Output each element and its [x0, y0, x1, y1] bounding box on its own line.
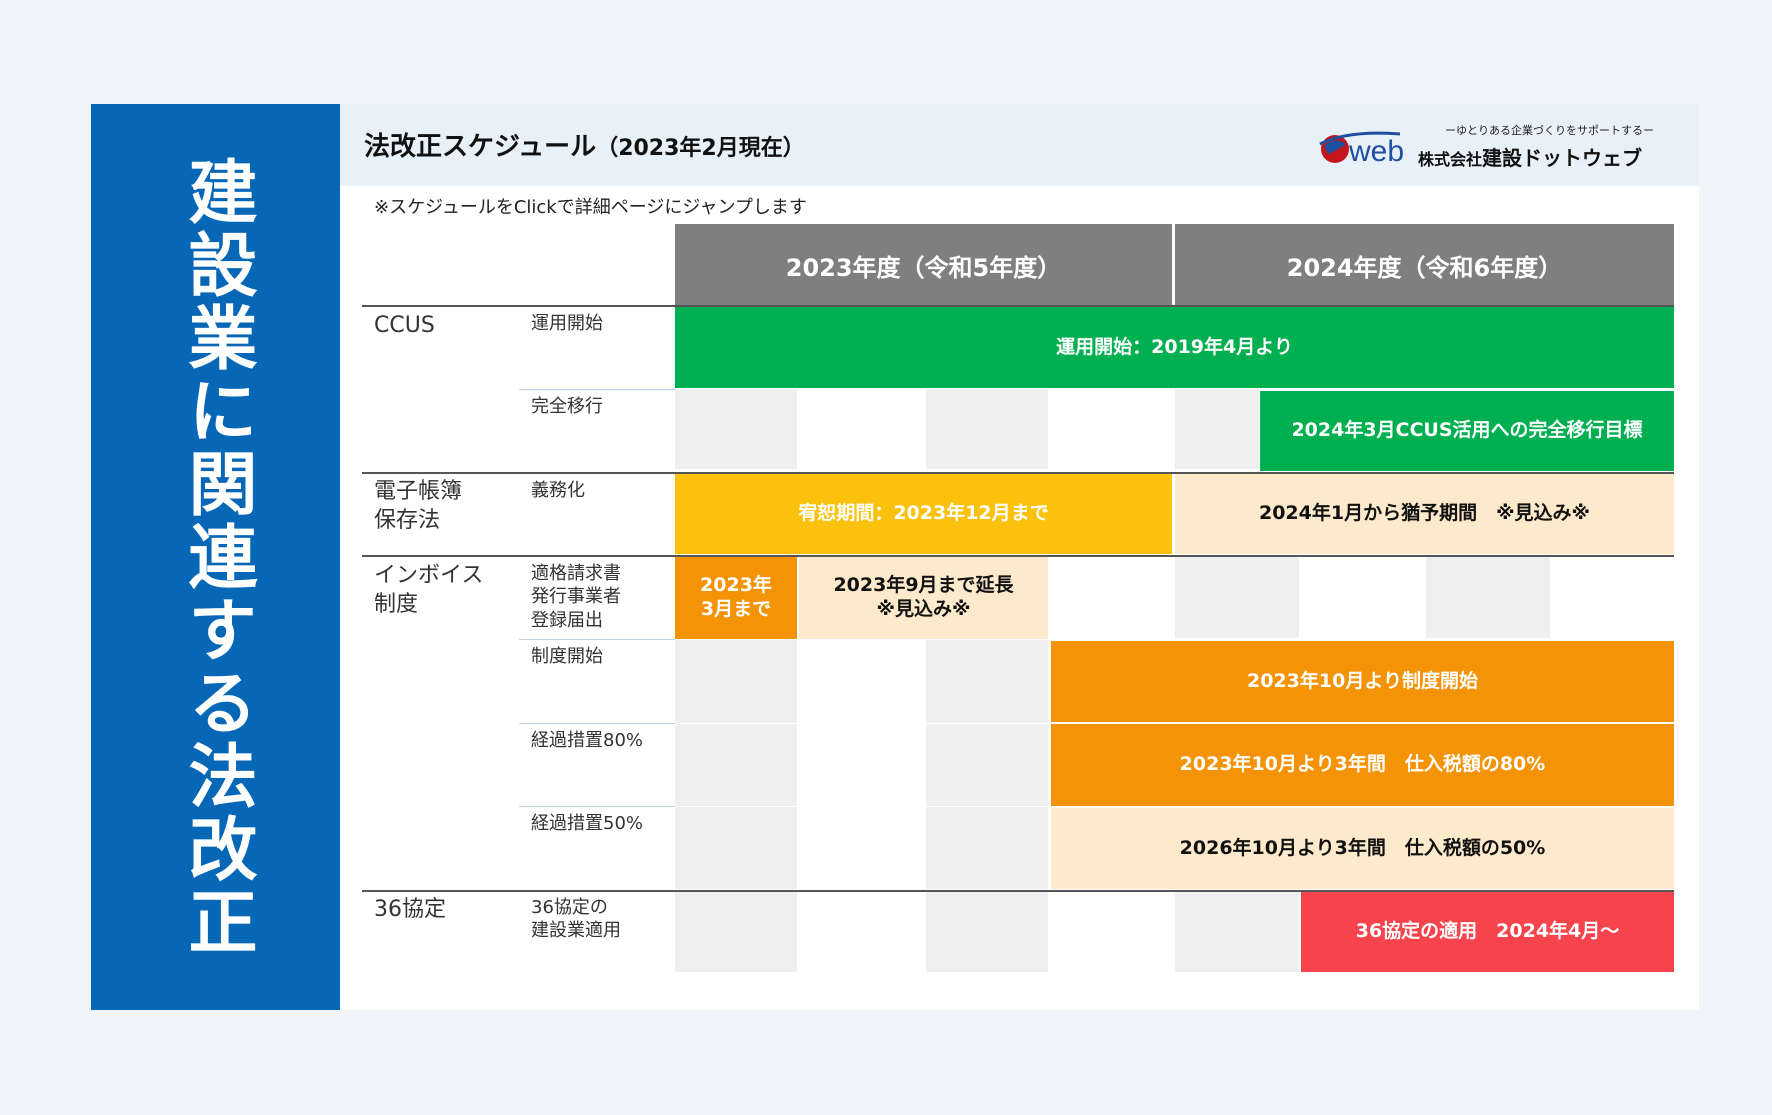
page-title: 法改正スケジュール（2023年2月現在） — [364, 126, 805, 163]
grid-cell — [675, 389, 797, 469]
grid-cell — [926, 724, 1048, 806]
bar-ccus-full[interactable]: 2024年3月CCUS活用への完全移行目標 — [1260, 391, 1674, 471]
click-note: ※スケジュールをClickで詳細ページにジャンプします — [374, 197, 807, 218]
bar-invoice-start[interactable]: 2023年10月より制度開始 — [1051, 641, 1674, 722]
logo-tagline: ーゆとりある企業づくりをサポートするー — [1445, 124, 1654, 137]
sub-label-kyotei-line1: 36協定の — [531, 897, 608, 918]
grid-cell — [926, 640, 1048, 723]
sub-label-denshi-duty: 義務化 — [531, 480, 585, 501]
category-invoice-line1: インボイス — [374, 563, 484, 588]
sub-label-invoice-50: 経過措置50% — [531, 813, 644, 834]
bar-ccus-start[interactable]: 運用開始：2019年4月より — [675, 307, 1674, 388]
grid-cell — [675, 892, 797, 972]
bar-denshi-grace[interactable]: 宥恕期間：2023年12月まで — [675, 474, 1172, 554]
grid-cell — [1175, 389, 1259, 469]
bar-reg-line2: 3月まで — [700, 598, 772, 620]
company-name: 建設ドットウェブ — [1482, 146, 1643, 170]
sub-divider — [519, 389, 675, 390]
bar-36kyotei[interactable]: 36協定の適用 2024年4月～ — [1301, 892, 1674, 972]
bar-reg-line1: 2023年 — [700, 574, 772, 597]
company-logo[interactable]: web ーゆとりある企業づくりをサポートするー 株式会社建設ドットウェブ — [1318, 122, 1678, 172]
year-header-2024: 2024年度（令和6年度） — [1175, 224, 1674, 306]
bar-invoice-80[interactable]: 2023年10月より3年間 仕入税額の80% — [1051, 724, 1674, 806]
grid-cell — [1426, 555, 1550, 638]
side-title: 建設業に関連する法改正 — [176, 155, 256, 959]
sub-label-ccus-start: 運用開始 — [531, 313, 603, 334]
category-denshi: 電子帳簿 保存法 — [374, 478, 462, 535]
globe-web-logo-icon: web — [1319, 131, 1404, 168]
title-main: 法改正スケジュール — [364, 132, 597, 162]
grid-cell — [926, 892, 1048, 972]
sub-label-invoice-registration: 適格請求書 発行事業者 登録届出 — [531, 562, 621, 632]
side-banner: 建設業に関連する法改正 — [91, 104, 340, 1010]
category-denshi-line2: 保存法 — [374, 507, 441, 533]
sub-label-ccus-full: 完全移行 — [531, 396, 603, 417]
sub-label-reg-line3: 登録届出 — [531, 609, 603, 631]
year-header-2023: 2023年度（令和5年度） — [675, 224, 1172, 306]
bar-ext-line2: ※見込み※ — [876, 598, 971, 620]
grid-cell — [926, 807, 1048, 889]
category-invoice-line2: 制度 — [374, 591, 419, 617]
company-prefix: 株式会社 — [1418, 150, 1483, 169]
sub-label-36kyotei: 36協定の 建設業適用 — [531, 896, 621, 943]
title-date: （2023年2月現在） — [596, 136, 805, 161]
logo-company: 株式会社建設ドットウェブ — [1418, 142, 1642, 171]
sub-label-reg-line1: 適格請求書 — [531, 563, 621, 584]
bar-invoice-50[interactable]: 2026年10月より3年間 仕入税額の50% — [1051, 808, 1674, 889]
sub-label-invoice-80: 経過措置80% — [531, 730, 644, 751]
category-ccus: CCUS — [374, 313, 435, 338]
sub-label-kyotei-line2: 建設業適用 — [531, 920, 621, 942]
grid-cell — [926, 389, 1048, 469]
grid-cell — [675, 807, 797, 889]
grid-cell — [675, 724, 797, 806]
category-invoice: インボイス 制度 — [374, 562, 483, 619]
category-36kyotei: 36協定 — [374, 897, 446, 922]
header-bar: 法改正スケジュール（2023年2月現在） web ーゆとりある企業づくりをサポー… — [340, 104, 1699, 186]
bar-invoice-extension[interactable]: 2023年9月まで延長 ※見込み※ — [799, 557, 1048, 639]
bar-invoice-registration[interactable]: 2023年 3月まで — [675, 557, 797, 639]
sub-label-reg-line2: 発行事業者 — [531, 586, 621, 608]
bar-denshi-after[interactable]: 2024年1月から猶予期間 ※見込み※ — [1175, 474, 1674, 554]
grid-cell — [1175, 892, 1299, 972]
grid-cell — [675, 640, 797, 723]
category-denshi-line1: 電子帳簿 — [374, 479, 463, 504]
grid-cell — [1175, 555, 1299, 638]
sub-divider — [519, 639, 675, 640]
sub-divider — [519, 806, 675, 807]
sub-label-invoice-start: 制度開始 — [531, 646, 603, 667]
logo-mark-text: web — [1348, 135, 1404, 168]
sub-divider — [519, 723, 675, 724]
bar-ext-line1: 2023年9月まで延長 — [833, 574, 1014, 597]
